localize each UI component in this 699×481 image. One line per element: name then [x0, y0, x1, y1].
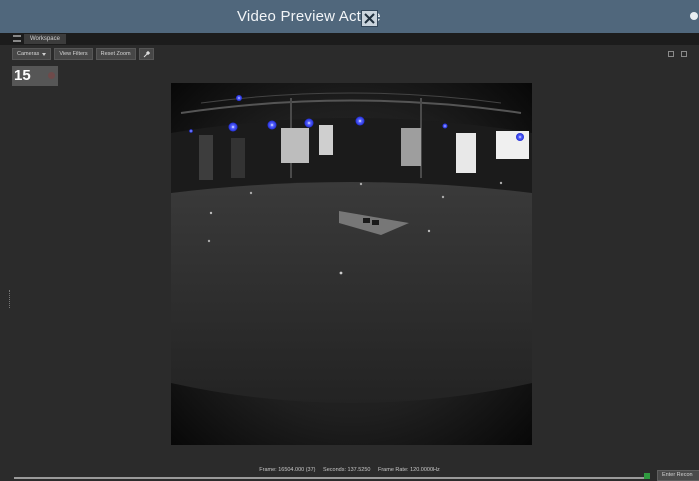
viewer-toolbar: Cameras View Filters Reset Zoom	[12, 48, 154, 60]
reset-zoom-button[interactable]: Reset Zoom	[95, 48, 136, 60]
video-preview[interactable]	[171, 83, 532, 445]
pin-button[interactable]	[138, 48, 154, 60]
panel-splitter-handle[interactable]	[9, 290, 11, 308]
camera-image	[171, 83, 532, 445]
frame-rate-readout: Frame Rate: 120.0000Hz	[377, 467, 440, 473]
close-icon	[364, 13, 375, 24]
pin-icon	[143, 50, 150, 57]
panel-window-controls	[668, 51, 687, 57]
enter-recon-button[interactable]: Enter Recon	[657, 470, 699, 481]
restore-icon[interactable]	[681, 51, 687, 57]
close-button[interactable]	[361, 10, 378, 27]
chevron-down-icon	[42, 52, 47, 56]
workspace-tab[interactable]: Workspace	[24, 34, 66, 44]
frame-readout: Frame: 16504.000 (37)	[259, 467, 316, 473]
menu-icon[interactable]	[13, 35, 21, 42]
cameras-dropdown-label: Cameras	[17, 51, 40, 57]
settings-icon[interactable]	[690, 12, 698, 20]
workspace-bar: Workspace	[0, 33, 699, 45]
title-bar: Video Preview Active	[0, 0, 699, 33]
view-filters-button[interactable]: View Filters	[54, 48, 93, 60]
record-icon	[48, 72, 55, 79]
seconds-readout: Seconds: 137.5250	[323, 467, 371, 473]
timeline-handle[interactable]	[644, 473, 650, 479]
camera-number: 15	[14, 67, 31, 84]
window-title: Video Preview Active	[237, 8, 381, 25]
maximize-icon[interactable]	[668, 51, 674, 57]
frame-status: Frame: 16504.000 (37) Seconds: 137.5250 …	[0, 467, 699, 473]
timeline-scrubber[interactable]	[14, 477, 650, 479]
cameras-dropdown[interactable]: Cameras	[12, 48, 52, 60]
camera-number-badge[interactable]: 15	[12, 66, 58, 86]
